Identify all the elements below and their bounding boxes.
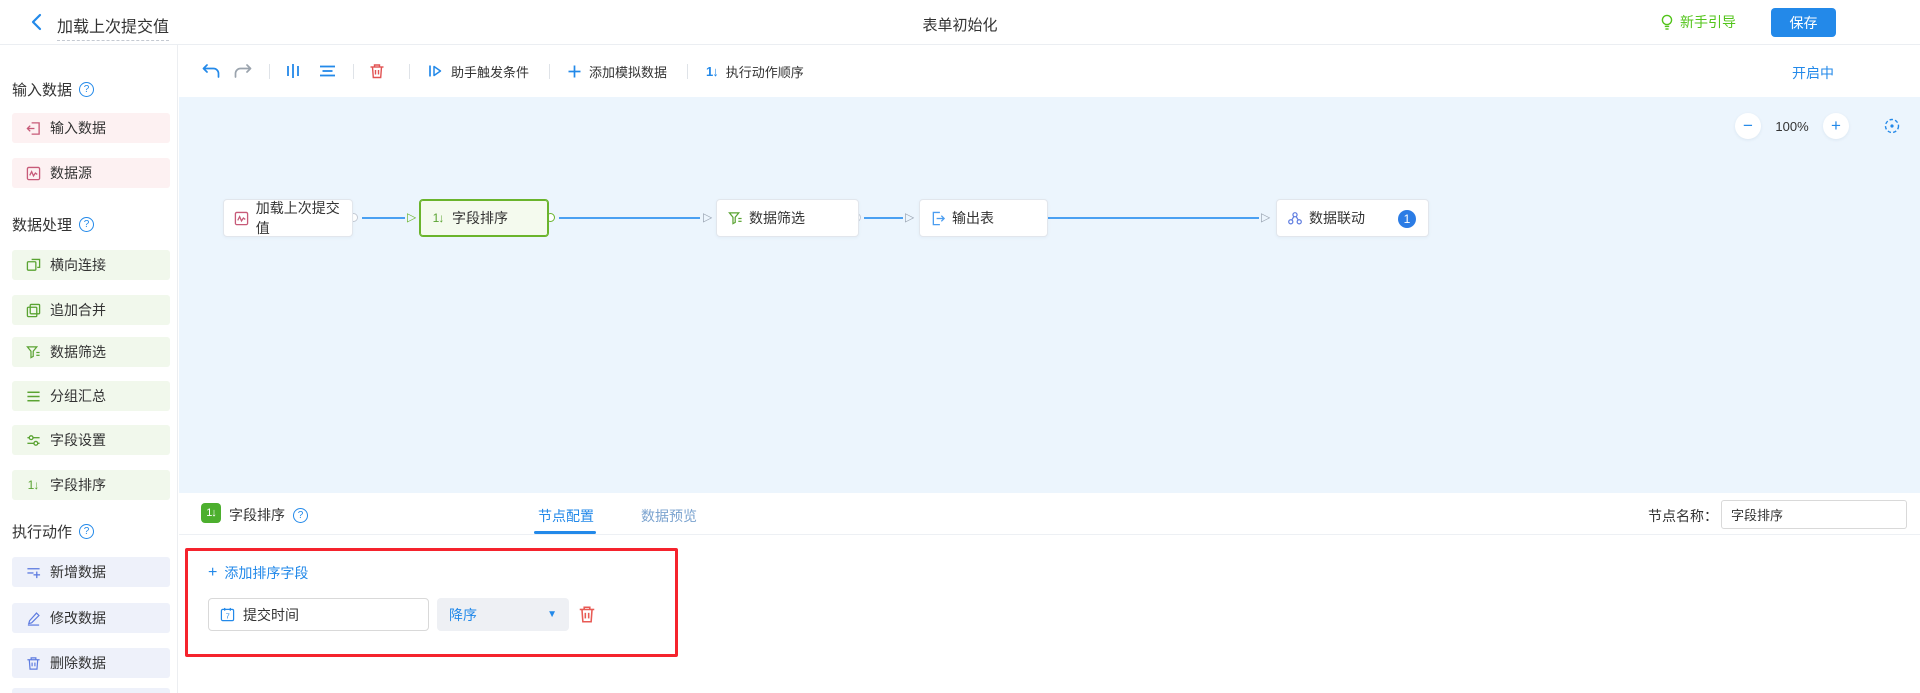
delete-sort-field-icon[interactable] [578, 605, 596, 624]
page-title: 表单初始化 [0, 14, 1920, 35]
lightbulb-icon [1660, 14, 1674, 31]
datasource-icon [25, 165, 41, 181]
node-name-label: 节点名称： [1648, 506, 1718, 526]
horizontal-join-icon [25, 257, 41, 273]
add-sort-field-button[interactable]: + 添加排序字段 [208, 563, 308, 583]
section-header-action: 执行动作 ? [12, 522, 94, 540]
sort-order-icon: 1↓ [706, 64, 718, 79]
filter-icon [25, 344, 41, 360]
svg-text:7: 7 [226, 611, 230, 620]
undo-icon[interactable] [201, 61, 221, 81]
help-icon[interactable]: ? [293, 508, 308, 523]
node-name-input[interactable] [1721, 500, 1907, 529]
active-tab-indicator [534, 531, 596, 534]
zoom-out-button[interactable]: − [1735, 113, 1761, 139]
app-root: 加载上次提交值 表单初始化 新手引导 保存 输入数据 ? 输入数据 数据源 数据… [0, 0, 1920, 693]
calendar-icon: 7 [220, 607, 235, 622]
arrow-icon: ▷ [1261, 209, 1270, 225]
sort-field-select[interactable]: 7 提交时间 [208, 598, 429, 631]
flow-canvas[interactable]: − 100% + ▷ ▷ ▷ ▷ 加载上次提交值 1↓ 字段排序 数 [179, 97, 1920, 493]
field-sort-icon: 1↓ [25, 477, 41, 493]
divider [687, 64, 688, 79]
action-order-button[interactable]: 1↓ 执行动作顺序 [706, 62, 804, 81]
sidebar-item-input-data[interactable]: 输入数据 [12, 113, 170, 143]
sidebar-item-append-merge[interactable]: 追加合并 [12, 295, 170, 325]
import-icon [25, 120, 41, 136]
append-merge-icon [25, 302, 41, 318]
node-data-filter[interactable]: 数据筛选 [716, 199, 859, 237]
panel-title: 字段排序 ? [229, 505, 308, 525]
tab-data-preview[interactable]: 数据预览 [641, 506, 697, 526]
sidebar-item-datasource[interactable]: 数据源 [12, 158, 170, 188]
top-bar: 加载上次提交值 表单初始化 新手引导 保存 [0, 0, 1920, 45]
trash-icon[interactable] [367, 61, 387, 81]
edit-icon [25, 610, 41, 626]
divider [409, 64, 410, 79]
divider [269, 64, 270, 79]
sort-order-select[interactable]: 降序 ▼ [437, 598, 569, 631]
add-data-icon [25, 564, 41, 580]
sidebar-item-add-data[interactable]: 新增数据 [12, 557, 170, 587]
flow-connector [362, 217, 405, 219]
canvas-toolbar: 助手触发条件 添加模拟数据 1↓ 执行动作顺序 开启中 [179, 45, 1920, 97]
guide-label: 新手引导 [1680, 12, 1736, 32]
beginner-guide-button[interactable]: 新手引导 [1660, 12, 1736, 32]
plus-icon [568, 65, 581, 78]
sidebar: 输入数据 ? 输入数据 数据源 数据处理 ? 横向连接 追加合并 数据筛选 [0, 45, 178, 693]
sidebar-item-data-filter[interactable]: 数据筛选 [12, 337, 170, 367]
help-icon[interactable]: ? [79, 82, 94, 97]
divider [353, 64, 354, 79]
tab-node-config[interactable]: 节点配置 [538, 506, 594, 526]
section-header-process: 数据处理 ? [12, 215, 94, 233]
sidebar-item-horizontal-join[interactable]: 横向连接 [12, 250, 170, 280]
field-sort-icon: 1↓ [201, 503, 221, 523]
node-output-table[interactable]: 输出表 [919, 199, 1048, 237]
node-field-sort[interactable]: 1↓ 字段排序 [419, 199, 549, 237]
panel-header: 1↓ 字段排序 ? 节点配置 数据预览 节点名称： [179, 493, 1920, 535]
arrow-icon: ▷ [407, 209, 416, 225]
node-load-last-submit[interactable]: 加载上次提交值 [223, 199, 353, 237]
flow-connector [559, 217, 700, 219]
sidebar-item-field-settings[interactable]: 字段设置 [12, 425, 170, 455]
add-mock-data-button[interactable]: 添加模拟数据 [568, 62, 667, 81]
locate-icon[interactable] [1881, 115, 1903, 137]
field-settings-icon [25, 432, 41, 448]
filter-icon [727, 210, 743, 226]
zoom-in-button[interactable]: + [1823, 113, 1849, 139]
trigger-play-icon [428, 64, 443, 78]
distribute-horizontal-icon[interactable] [283, 61, 303, 81]
sidebar-item-modify-data[interactable]: 修改数据 [12, 603, 170, 633]
divider [549, 64, 550, 79]
zoom-controls: − 100% + [1735, 113, 1903, 139]
node-badge: 1 [1398, 210, 1416, 228]
field-sort-icon: 1↓ [430, 210, 446, 226]
group-summary-icon [25, 388, 41, 404]
redo-icon[interactable] [233, 61, 253, 81]
delete-icon [25, 655, 41, 671]
arrow-icon: ▷ [703, 209, 712, 225]
flow-connector [864, 217, 903, 219]
output-table-icon [930, 210, 946, 226]
save-button[interactable]: 保存 [1771, 8, 1836, 37]
sidebar-item-field-sort[interactable]: 1↓ 字段排序 [12, 470, 170, 500]
sidebar-item-group-summary[interactable]: 分组汇总 [12, 381, 170, 411]
section-header-input: 输入数据 ? [12, 80, 94, 98]
sidebar-item-partial[interactable] [12, 688, 170, 693]
node-data-linkage[interactable]: 数据联动 1 [1276, 199, 1429, 237]
caret-down-icon: ▼ [547, 609, 557, 620]
help-icon[interactable]: ? [79, 217, 94, 232]
assistant-trigger-button[interactable]: 助手触发条件 [428, 62, 529, 81]
datasource-icon [234, 210, 250, 226]
plus-icon: + [208, 566, 217, 580]
sidebar-item-delete-data[interactable]: 删除数据 [12, 648, 170, 678]
help-icon[interactable]: ? [79, 524, 94, 539]
data-linkage-icon [1287, 210, 1303, 226]
arrow-icon: ▷ [905, 209, 914, 225]
status-toggle[interactable]: 开启中 [1792, 63, 1834, 83]
zoom-level: 100% [1761, 119, 1823, 134]
align-lines-icon[interactable] [317, 61, 337, 81]
flow-connector [1048, 217, 1259, 219]
config-panel: 1↓ 字段排序 ? 节点配置 数据预览 节点名称： + 添加排序字段 7 提交时… [179, 493, 1920, 693]
